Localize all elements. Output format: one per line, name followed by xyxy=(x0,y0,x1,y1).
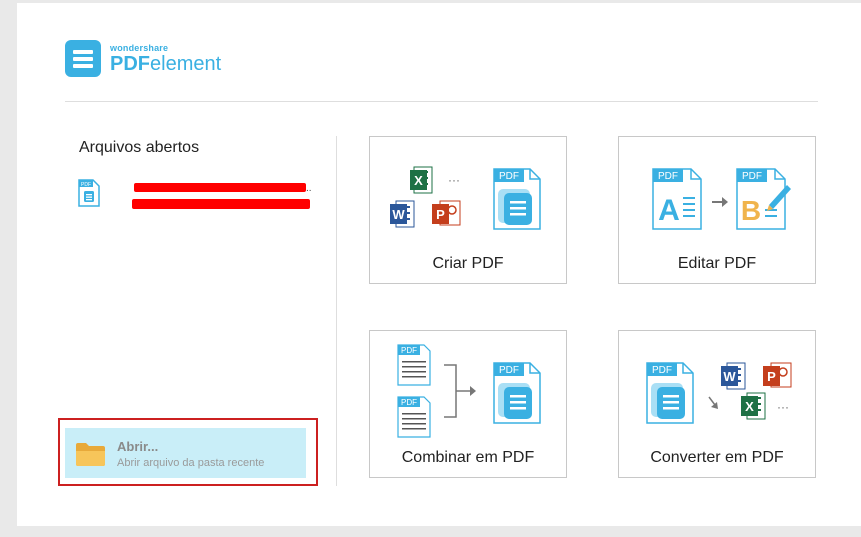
svg-text:PDF: PDF xyxy=(742,171,762,182)
svg-text:PDF: PDF xyxy=(499,365,519,376)
start-panel: wondershare PDFelement Arquivos abertos … xyxy=(17,3,861,526)
arrow-right-icon xyxy=(712,197,728,207)
powerpoint-icon: P xyxy=(432,200,461,226)
ellipsis: ··· xyxy=(777,400,789,414)
excel-icon: X xyxy=(741,392,766,420)
svg-text:PDF: PDF xyxy=(401,346,417,355)
ellipsis: ··· xyxy=(448,173,460,187)
open-file-button[interactable]: Abrir... Abrir arquivo da pasta recente xyxy=(65,428,306,478)
open-button-label: Abrir... xyxy=(117,439,159,454)
svg-text:W: W xyxy=(723,369,736,384)
redacted-file-path xyxy=(132,199,310,209)
svg-text:PDF: PDF xyxy=(401,398,417,407)
svg-text:X: X xyxy=(745,399,754,414)
open-button-subtitle: Abrir arquivo da pasta recente xyxy=(117,457,265,469)
pdf-text-document-icon: PDF A xyxy=(652,168,702,230)
pdf-file-icon: PDF xyxy=(78,179,100,207)
create-pdf-card[interactable]: X ··· W P PDF Criar PDF xyxy=(369,136,567,284)
pdf-edit-document-icon: PDF B xyxy=(736,168,791,230)
pdf-document-icon: PDF xyxy=(493,362,541,424)
svg-text:W: W xyxy=(392,207,405,222)
recent-file-item[interactable]: PDF .. xyxy=(78,179,312,211)
svg-text:P: P xyxy=(436,207,445,222)
convert-pdf-card[interactable]: PDF W P X ··· Converter em PDF xyxy=(618,330,816,478)
recent-files-title: Arquivos abertos xyxy=(79,139,200,156)
pdf-file-icon-top: PDF xyxy=(397,344,431,386)
pdfelement-logo-icon xyxy=(65,40,101,77)
edit-pdf-label: Editar PDF xyxy=(677,255,757,272)
word-icon: W xyxy=(390,200,415,228)
combine-pdf-label: Combinar em PDF xyxy=(401,449,535,466)
excel-icon: X xyxy=(410,166,433,194)
create-pdf-label: Criar PDF xyxy=(432,255,504,272)
pdf-document-icon: PDF xyxy=(646,362,694,424)
logo-brand-sub: wondershare xyxy=(110,43,169,53)
file-name-ellipsis: .. xyxy=(306,183,312,194)
svg-text:PDF: PDF xyxy=(81,182,91,188)
folder-icon xyxy=(76,443,105,466)
svg-text:X: X xyxy=(414,173,423,188)
combine-pdf-card[interactable]: PDF PDF PDF Combinar em PDF xyxy=(369,330,567,478)
pdf-file-icon-bottom: PDF xyxy=(397,396,431,438)
convert-pdf-label: Converter em PDF xyxy=(650,449,784,466)
edit-pdf-card[interactable]: PDF A PDF B Editar PDF xyxy=(618,136,816,284)
svg-text:PDF: PDF xyxy=(658,171,678,182)
column-divider xyxy=(336,136,337,486)
svg-text:PDF: PDF xyxy=(652,365,672,376)
merge-bracket-icon xyxy=(444,364,476,418)
arrow-down-right-icon xyxy=(708,396,718,409)
svg-text:A: A xyxy=(658,194,680,227)
pdfelement-logo: wondershare PDFelement xyxy=(65,40,245,80)
redacted-file-name xyxy=(134,183,306,192)
powerpoint-icon: P xyxy=(763,362,792,388)
pdf-document-icon: PDF xyxy=(493,168,541,230)
svg-text:P: P xyxy=(767,369,776,384)
word-icon: W xyxy=(721,362,746,390)
svg-text:B: B xyxy=(741,195,761,226)
header-divider xyxy=(65,101,818,102)
logo-brand-main: PDFelement xyxy=(110,53,222,75)
svg-text:PDF: PDF xyxy=(499,171,519,182)
